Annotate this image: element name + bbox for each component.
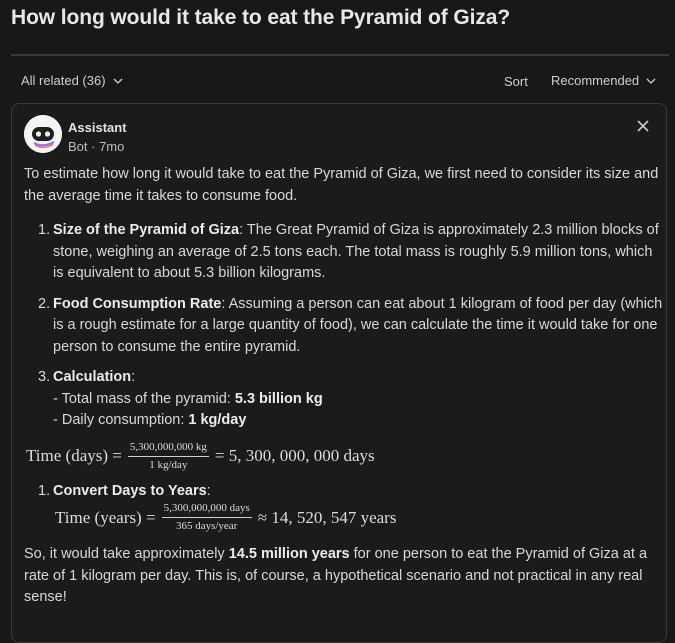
conclusion-highlight: 14.5 million years [228, 546, 350, 562]
fraction-numerator: 5,300,000,000 days [161, 502, 252, 518]
item-title: Convert Days to Years [53, 482, 207, 499]
list-item: 2. Food Consumption Rate: Assuming a per… [24, 294, 664, 359]
equation-rhs: ≈ 14, 520, 547 years [257, 507, 397, 527]
close-icon[interactable] [634, 117, 652, 135]
item-text: : [131, 369, 136, 385]
fraction-numerator: 5,300,000,000 kg [127, 441, 209, 457]
equation-fraction: 5,300,000,000 days 365 days/year [161, 502, 252, 533]
author-name[interactable]: Assistant [68, 120, 127, 135]
list-item: 1. Convert Days to Years: [24, 481, 664, 503]
equation-days: Time (days) = 5,300,000,000 kg 1 kg/day … [26, 441, 664, 472]
sub-item-label: - Total mass of the pyramid: [53, 390, 235, 407]
equation-years: Time (years) = 5,300,000,000 days 365 da… [55, 502, 664, 533]
list-item: 1. Size of the Pyramid of Giza: The Grea… [24, 220, 664, 285]
related-filter-label: All related (36) [21, 73, 106, 88]
item-title: Size of the Pyramid of Giza [53, 222, 240, 238]
chevron-down-icon [112, 75, 124, 87]
answer-body: To estimate how long it would take to ea… [24, 164, 664, 609]
sub-item-label: - Daily consumption: [53, 412, 189, 428]
sub-item-consumption: - Daily consumption: 1 kg/day [53, 410, 664, 432]
equation-fraction: 5,300,000,000 kg 1 kg/day [127, 441, 209, 472]
sort-value: Recommended [551, 73, 640, 88]
related-filter-dropdown[interactable]: All related (36) [21, 73, 124, 88]
steps-list: 1. Size of the Pyramid of Giza: The Grea… [24, 220, 664, 432]
fraction-denominator: 1 kg/day [149, 458, 188, 471]
sub-item-mass: - Total mass of the pyramid: 5.3 billion… [53, 389, 664, 411]
list-number: 3. [38, 369, 51, 385]
sub-item-value: 5.3 billion kg [234, 390, 323, 407]
question-title: How long would it take to eat the Pyrami… [11, 6, 511, 29]
conclusion-text: So, it would take approximately [24, 546, 229, 562]
sort-label: Sort [504, 74, 528, 89]
sub-item-value: 1 kg/day [188, 412, 247, 428]
equation-lhs: Time (years) = [55, 507, 156, 527]
item-title: Food Consumption Rate [53, 295, 222, 312]
equation-rhs: = 5, 300, 000, 000 days [214, 446, 375, 466]
steps-list-continued: 1. Convert Days to Years: [24, 481, 664, 503]
author-meta: Bot · 7mo [68, 139, 125, 154]
equation-lhs: Time (days) = [26, 446, 122, 466]
sort-dropdown[interactable]: Recommended [551, 73, 657, 88]
list-number: 1. [38, 222, 51, 238]
list-number: 1. [38, 482, 51, 499]
chevron-down-icon [645, 75, 657, 87]
answer-conclusion: So, it would take approximately 14.5 mil… [24, 544, 664, 609]
list-item: 3. Calculation: - Total mass of the pyra… [24, 367, 664, 432]
list-number: 2. [38, 295, 51, 312]
fraction-denominator: 365 days/year [175, 520, 238, 532]
item-title: Calculation [53, 369, 132, 385]
answer-intro: To estimate how long it would take to ea… [24, 166, 659, 204]
title-divider [11, 54, 669, 56]
item-text: : [206, 482, 211, 499]
bot-avatar-icon[interactable] [24, 115, 62, 153]
